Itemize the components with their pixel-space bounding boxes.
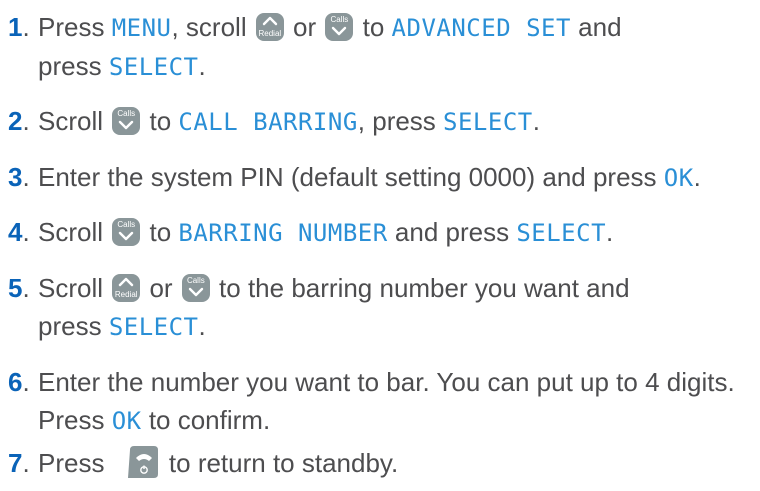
lcd-text: SELECT [108, 53, 199, 81]
step-number: 4. [8, 217, 30, 247]
lcd-text: BARRING NUMBER [178, 219, 388, 247]
lcd-text: OK [663, 164, 694, 192]
lcd-text: ADVANCED SET [391, 14, 571, 42]
lcd-text: SELECT [516, 219, 607, 247]
step-1: 1. Press MENU, scroll Redial or Calls to … [8, 8, 753, 86]
calls-key-icon: Calls [112, 107, 141, 135]
step-number: 5. [8, 273, 30, 303]
step-number: 6. [8, 367, 30, 397]
step-continuation: Press OK to confirm. [38, 405, 271, 435]
step-number: 1. [8, 12, 30, 42]
end-call-key-icon [114, 444, 160, 480]
step-2: 2. Scroll Calls to CALL BARRING, press SE… [8, 102, 753, 141]
lcd-text: CALL BARRING [178, 108, 358, 136]
step-continuation: press SELECT. [38, 51, 206, 81]
calls-key-icon: Calls [325, 13, 354, 41]
lcd-text: SELECT [108, 313, 199, 341]
step-continuation: press SELECT. [38, 311, 206, 341]
lcd-text: MENU [111, 14, 172, 42]
step-number: 3. [8, 162, 30, 192]
step-text: Press [38, 12, 112, 42]
step-number: 7. [8, 448, 30, 478]
redial-key-icon: Redial [112, 274, 141, 302]
lcd-text: SELECT [443, 108, 533, 136]
calls-key-icon: Calls [112, 218, 141, 246]
lcd-text: OK [111, 407, 142, 435]
step-6: 6. Enter the number you want to bar. You … [8, 363, 753, 440]
step-5: 5. Scroll Redial or Calls to the barring … [8, 269, 753, 346]
instruction-steps: 1. Press MENU, scroll Redial or Calls to … [0, 0, 760, 491]
redial-key-icon: Redial [255, 13, 284, 41]
step-3: 3. Enter the system PIN (default setting … [8, 158, 753, 197]
step-number: 2. [8, 106, 30, 136]
step-4: 4. Scroll Calls to BARRING NUMBER and pre… [8, 213, 753, 252]
calls-key-icon: Calls [181, 274, 210, 302]
step-7: 7. Press to return to standby. [8, 444, 753, 482]
